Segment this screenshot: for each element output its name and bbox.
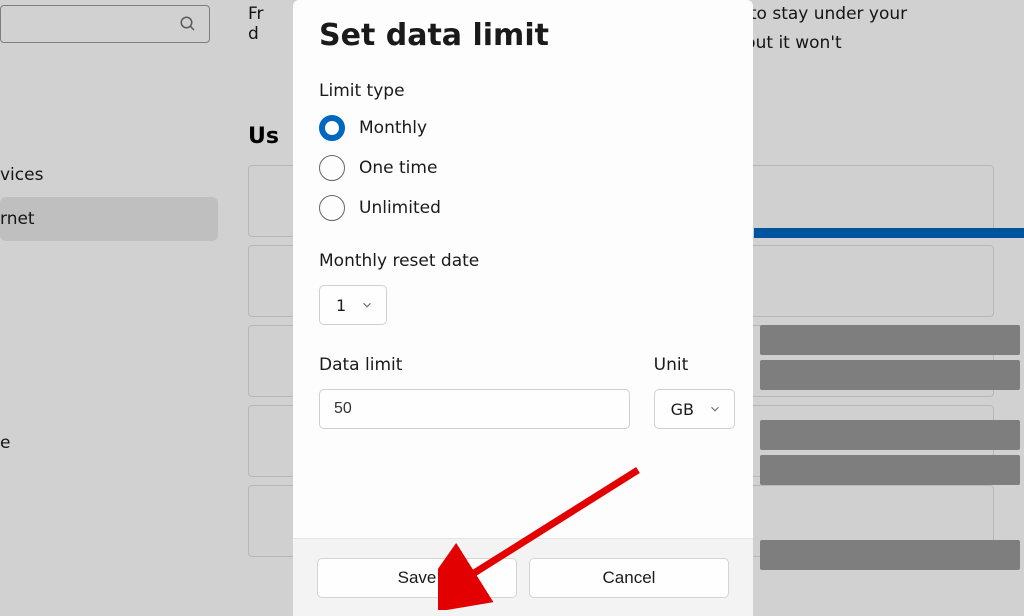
search-input[interactable]	[0, 5, 210, 43]
reset-date-label: Monthly reset date	[319, 251, 735, 271]
dialog-title: Set data limit	[319, 18, 735, 53]
radio-label: Unlimited	[359, 198, 441, 218]
placeholder-block	[760, 540, 1020, 570]
data-limit-input[interactable]	[319, 389, 630, 429]
search-icon	[179, 15, 197, 33]
dropdown-value: GB	[671, 400, 694, 419]
sidebar-item-label: e	[0, 433, 10, 453]
set-data-limit-dialog: Set data limit Limit type Monthly One ti…	[293, 0, 753, 616]
sidebar-nav: vices rnet e	[0, 153, 218, 465]
limit-type-label: Limit type	[319, 81, 735, 101]
cancel-button[interactable]: Cancel	[529, 558, 729, 598]
hint-text-fragment: e to stay under your , but it won't	[734, 0, 994, 58]
sidebar-item-label: rnet	[0, 209, 35, 229]
radio-monthly[interactable]: Monthly	[319, 115, 735, 141]
placeholder-block	[760, 325, 1020, 355]
placeholder-block	[760, 420, 1020, 450]
sidebar-item-devices[interactable]: vices	[0, 153, 218, 197]
radio-icon	[319, 115, 345, 141]
save-button[interactable]: Save	[317, 558, 517, 598]
radio-label: One time	[359, 158, 437, 178]
sidebar: vices rnet e	[0, 0, 218, 616]
radio-icon	[319, 195, 345, 221]
chevron-down-icon	[360, 298, 374, 312]
usage-progress-bar	[754, 228, 1024, 238]
dialog-footer: Save Cancel	[293, 538, 753, 616]
description-fragment: d	[248, 24, 259, 44]
placeholder-block	[760, 455, 1020, 485]
sidebar-item-storage[interactable]: e	[0, 421, 218, 465]
unit-label: Unit	[654, 355, 735, 375]
sidebar-item-label: vices	[0, 165, 43, 185]
radio-unlimited[interactable]: Unlimited	[319, 195, 735, 221]
sidebar-item-network-internet[interactable]: rnet	[0, 197, 218, 241]
limit-type-radio-group: Monthly One time Unlimited	[319, 115, 735, 221]
radio-icon	[319, 155, 345, 181]
placeholder-block	[760, 360, 1020, 390]
chevron-down-icon	[708, 402, 722, 416]
unit-dropdown[interactable]: GB	[654, 389, 735, 429]
radio-label: Monthly	[359, 118, 427, 138]
radio-one-time[interactable]: One time	[319, 155, 735, 181]
description-fragment: Fr	[248, 4, 264, 24]
data-limit-label: Data limit	[319, 355, 630, 375]
dropdown-value: 1	[336, 296, 346, 315]
reset-date-dropdown[interactable]: 1	[319, 285, 387, 325]
